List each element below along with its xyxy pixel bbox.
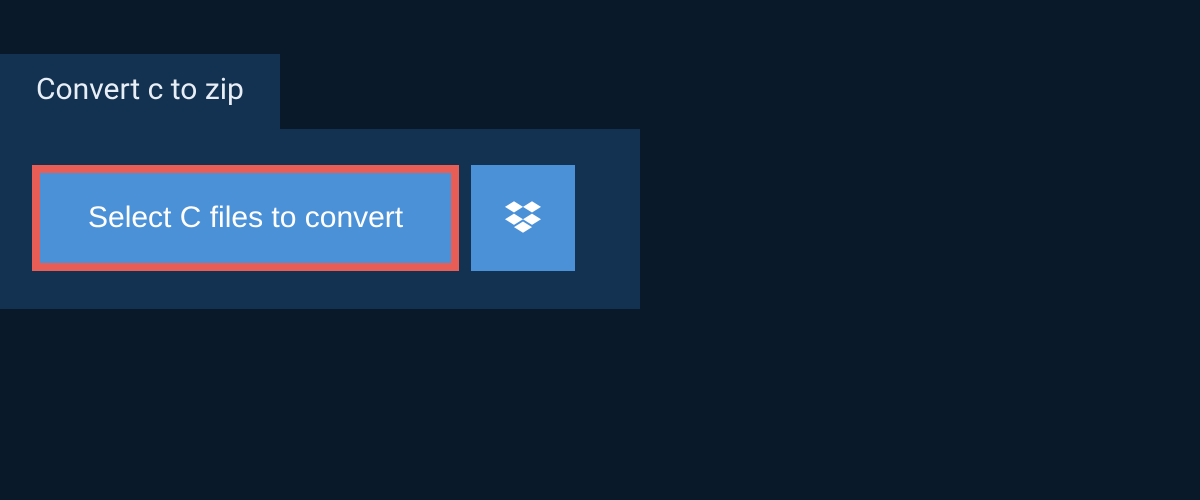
select-files-button[interactable]: Select C files to convert: [40, 173, 451, 263]
select-button-highlight: Select C files to convert: [32, 165, 459, 271]
select-files-button-label: Select C files to convert: [88, 201, 403, 234]
upload-panel: Select C files to convert: [0, 129, 640, 309]
tab-convert-c-to-zip[interactable]: Convert c to zip: [0, 54, 280, 129]
tab-bar: Convert c to zip: [0, 0, 1200, 129]
tab-label: Convert c to zip: [36, 72, 244, 107]
dropbox-icon: [505, 199, 541, 238]
dropbox-button[interactable]: [471, 165, 575, 271]
